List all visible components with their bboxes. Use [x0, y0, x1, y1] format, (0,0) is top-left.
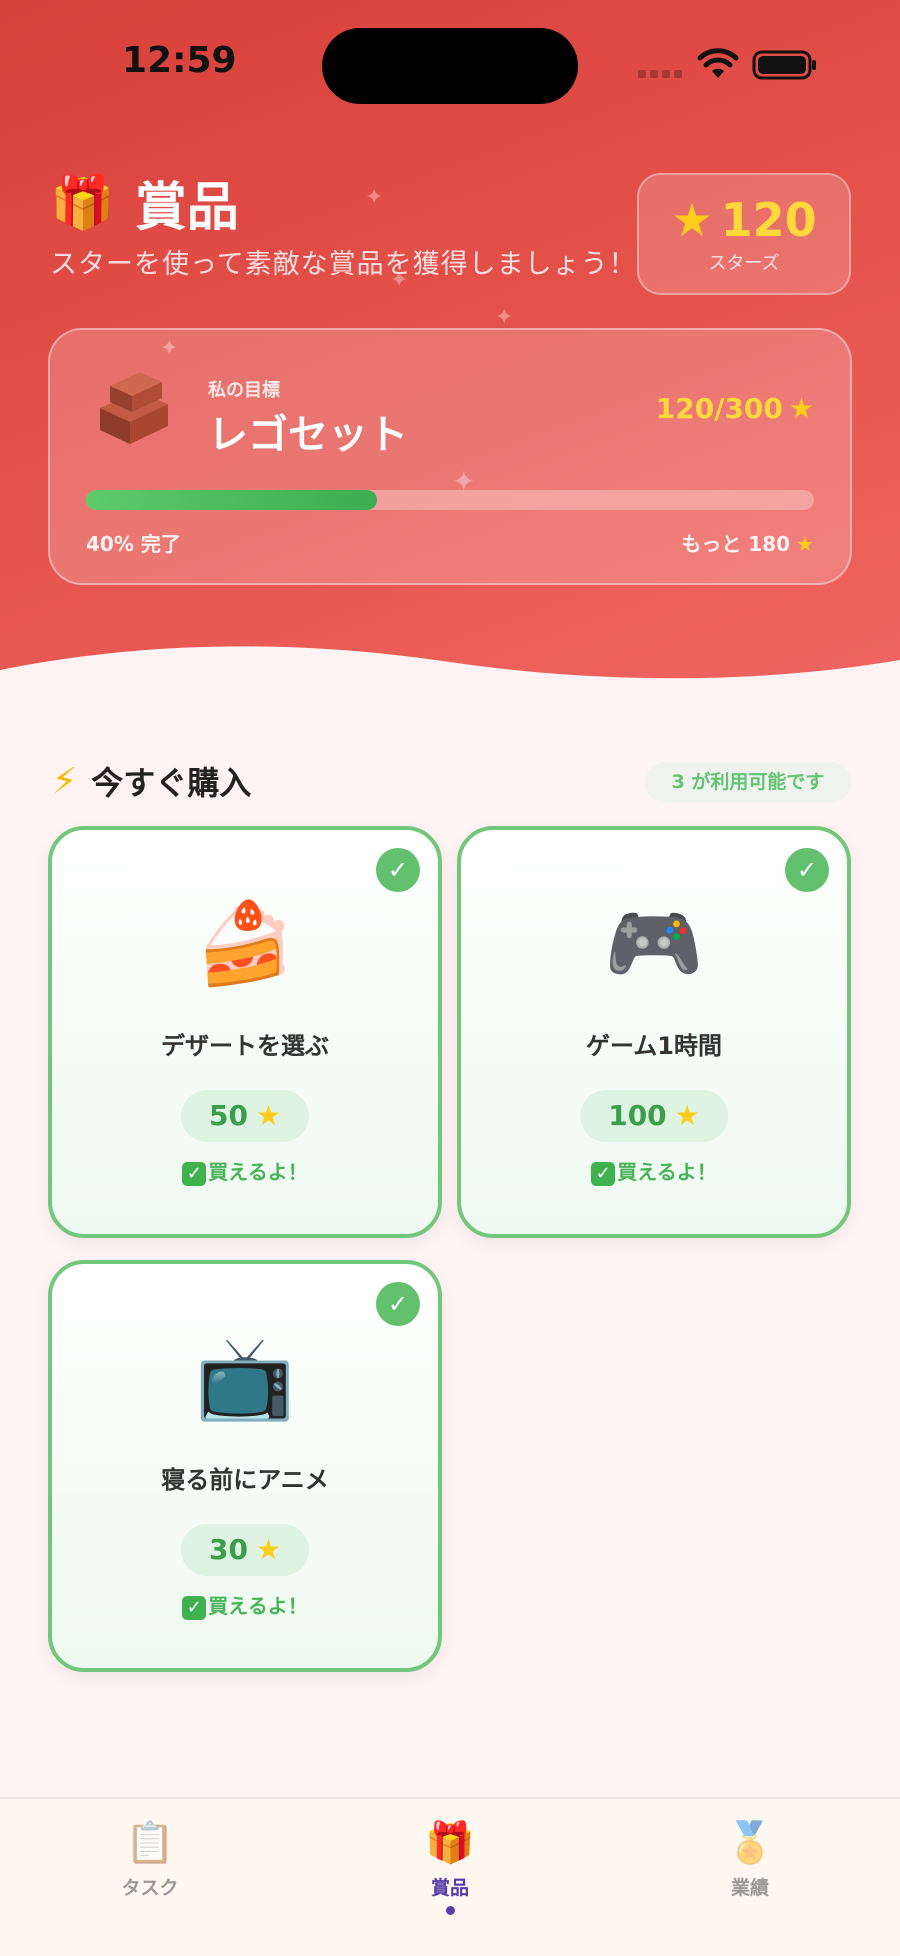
- star-icon: ★: [671, 193, 713, 247]
- wifi-icon: [697, 48, 739, 78]
- tab-label: タスク: [121, 1877, 179, 1899]
- clipboard-icon: 📋: [125, 1820, 175, 1866]
- active-tab-indicator: [445, 1906, 455, 1915]
- medal-icon: 🏅: [725, 1820, 775, 1866]
- sparkle-icon: ✦: [495, 305, 514, 330]
- goal-progress-bar: [86, 490, 814, 510]
- lightning-icon: ⚡: [52, 760, 78, 802]
- tab-bar: 📋 タスク 🎁 賞品 🏅 業績: [0, 1797, 900, 1956]
- checkbox-icon: ✓: [182, 1595, 207, 1620]
- tab-label: 賞品: [430, 1877, 469, 1899]
- goal-percent: 40% 完了: [86, 532, 181, 556]
- reward-card[interactable]: ✓ 🎮 ゲーム1時間 100 ★ ✓ 買えるよ！: [457, 826, 851, 1238]
- checkbox-icon: ✓: [182, 1161, 207, 1186]
- check-icon: ✓: [785, 848, 829, 892]
- star-icon: ★: [788, 392, 814, 425]
- gift-icon: 🎁: [50, 172, 115, 233]
- game-controller-icon: 🎮: [604, 897, 704, 990]
- reward-status: 買えるよ！: [208, 1594, 308, 1618]
- cake-icon: 🍰: [195, 897, 295, 990]
- tab-tasks[interactable]: 📋 タスク: [80, 1823, 220, 1900]
- star-icon: ★: [674, 1099, 700, 1132]
- reward-price[interactable]: 30 ★: [180, 1524, 310, 1576]
- reward-name: ゲーム1時間: [586, 1032, 722, 1060]
- star-icon: ★: [255, 1099, 282, 1132]
- battery-icon: [752, 50, 816, 80]
- dynamic-island: [322, 28, 578, 104]
- check-icon: ✓: [376, 1282, 420, 1326]
- available-count-badge: 3 が利用可能です: [645, 762, 851, 802]
- tab-rewards[interactable]: 🎁 賞品: [380, 1823, 520, 1915]
- reward-name: デザートを選ぶ: [161, 1032, 329, 1060]
- reward-status: 買えるよ！: [208, 1160, 308, 1184]
- cellular-signal-icon: [638, 70, 682, 78]
- section-header: ⚡ 今すぐ購入: [52, 758, 251, 804]
- checkbox-icon: ✓: [591, 1161, 616, 1186]
- star-label: スターズ: [708, 253, 780, 274]
- reward-price[interactable]: 50 ★: [180, 1090, 310, 1142]
- price-value: 50: [208, 1099, 248, 1132]
- goal-card[interactable]: 私の目標 レゴセット 120/300 ★ 40% 完了 もっと 180 ★: [48, 328, 852, 585]
- wave-divider: [0, 646, 900, 720]
- sparkle-icon: ✦: [365, 185, 384, 210]
- goal-remaining: もっと 180: [681, 532, 791, 556]
- status-time: 12:59: [122, 40, 237, 81]
- star-count: 120: [720, 193, 817, 247]
- reward-card[interactable]: ✓ 🍰 デザートを選ぶ 50 ★ ✓ 買えるよ！: [48, 826, 442, 1238]
- brick-icon: [100, 372, 168, 444]
- reward-card[interactable]: ✓ 📺 寝る前にアニメ 30 ★ ✓ 買えるよ！: [48, 1260, 442, 1672]
- section-title: 今すぐ購入: [91, 764, 252, 802]
- page-header: 🎁 賞品: [50, 165, 239, 240]
- star-icon: ★: [796, 532, 814, 556]
- check-icon: ✓: [376, 848, 420, 892]
- goal-name: レゴセット: [208, 412, 408, 458]
- star-balance: ★ 120 スターズ: [637, 173, 851, 295]
- goal-progress-fill: [86, 490, 378, 510]
- reward-price[interactable]: 100 ★: [580, 1090, 728, 1142]
- tab-achievements[interactable]: 🏅 業績: [680, 1823, 820, 1900]
- reward-name: 寝る前にアニメ: [161, 1466, 329, 1494]
- price-value: 30: [208, 1533, 248, 1566]
- television-icon: 📺: [195, 1331, 295, 1424]
- page-subtitle: スターを使って素敵な賞品を獲得しましょう！: [50, 249, 637, 280]
- reward-status: 買えるよ！: [617, 1160, 717, 1184]
- gift-icon: 🎁: [425, 1820, 475, 1866]
- page-title: 賞品: [134, 178, 239, 238]
- star-icon: ★: [255, 1533, 282, 1566]
- goal-label: 私の目標: [208, 380, 280, 401]
- tab-label: 業績: [730, 1877, 769, 1899]
- goal-progress-text: 120/300: [655, 392, 783, 425]
- price-value: 100: [608, 1099, 667, 1132]
